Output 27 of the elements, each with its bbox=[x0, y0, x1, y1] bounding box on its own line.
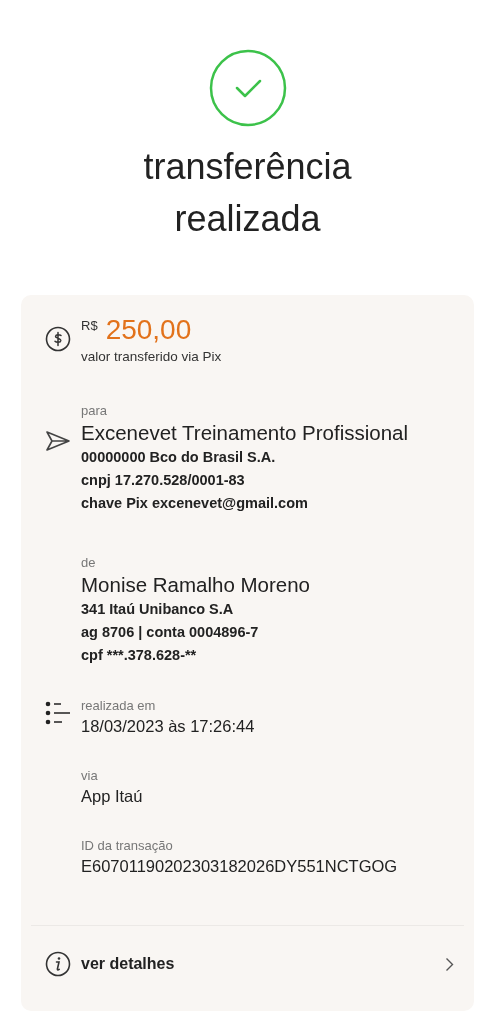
chevron-right-icon bbox=[445, 956, 454, 972]
dollar-icon bbox=[45, 326, 71, 352]
amount-caption: valor transferido via Pix bbox=[81, 349, 222, 364]
account-detail: cnpj 17.270.528/0001-83 bbox=[81, 471, 245, 490]
list-icon bbox=[45, 701, 71, 725]
field-label: via bbox=[81, 767, 98, 785]
status-title: transferência realizada bbox=[142, 145, 353, 241]
account-detail: 341 Itaú Unibanco S.A bbox=[81, 600, 234, 619]
amount-value: 250,00 bbox=[105, 313, 192, 347]
account-holder-name: Monise Ramalho Moreno bbox=[81, 572, 311, 598]
field-label: realizada em bbox=[81, 697, 156, 715]
account-detail: chave Pix excenevet@gmail.com bbox=[81, 494, 308, 513]
account-detail: ag 8706 | conta 0004896-7 bbox=[81, 623, 259, 642]
success-check-icon bbox=[208, 49, 287, 127]
account-detail: cpf ***.378.628-** bbox=[81, 646, 197, 665]
field-label: ID da transação bbox=[81, 837, 173, 855]
send-icon bbox=[45, 430, 71, 452]
field-label: para bbox=[81, 402, 108, 420]
field-value: E60701190202303182026DY551NCTGOG bbox=[81, 856, 398, 877]
details-link[interactable]: ver detalhes bbox=[21, 926, 474, 1011]
account-holder-name: Excenevet Treinamento Profissional bbox=[81, 420, 409, 446]
currency-symbol: R$ bbox=[81, 318, 98, 333]
field-value: 18/03/2023 às 17:26:44 bbox=[81, 716, 255, 737]
field-label: de bbox=[81, 554, 96, 572]
field-value: App Itaú bbox=[81, 786, 143, 807]
info-icon bbox=[45, 951, 71, 977]
account-detail: 00000000 Bco do Brasil S.A. bbox=[81, 448, 276, 467]
